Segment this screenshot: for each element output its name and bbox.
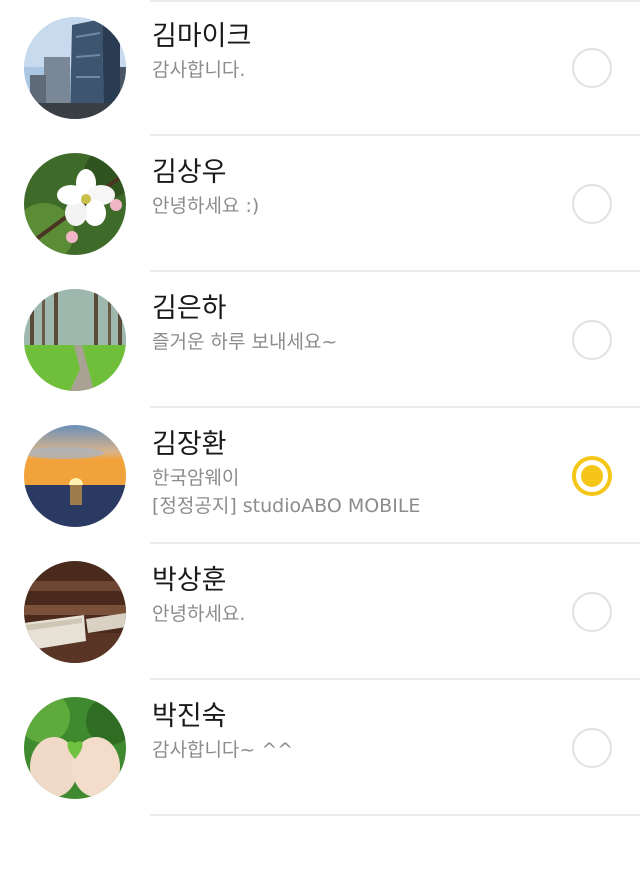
contact-status: 감사합니다. — [152, 56, 245, 84]
select-radio-checked[interactable] — [572, 456, 612, 496]
divider — [150, 814, 640, 816]
select-radio[interactable] — [572, 48, 612, 88]
status-line: 감사합니다~ ^^ — [152, 739, 294, 761]
contact-row[interactable]: 김상우 안녕하세요 :) — [0, 136, 640, 272]
status-line: 안녕하세요. — [152, 603, 246, 625]
contact-row[interactable]: 김은하 즐거운 하루 보내세요~ — [0, 272, 640, 408]
contact-status: 안녕하세요. — [152, 600, 245, 628]
contact-status: 한국암웨이 [정정공지] studioABO MOBILE — [152, 464, 420, 520]
avatar-forest-path — [24, 289, 126, 391]
contact-name: 김장환 — [152, 429, 227, 460]
contact-status: 안녕하세요 :) — [152, 192, 259, 220]
status-line-2: [정정공지] studioABO MOBILE — [152, 495, 421, 517]
contact-name: 김마이크 — [152, 21, 252, 52]
contact-status: 감사합니다~ ^^ — [152, 736, 293, 764]
contact-name: 박진숙 — [152, 701, 227, 732]
status-line: 안녕하세요 :) — [152, 195, 260, 217]
avatar-city-buildings — [24, 17, 126, 119]
avatar-apple-blossom — [24, 153, 126, 255]
contact-list: 김마이크 감사합니다. 김상우 안녕하세요:) 김은하 즐거운 하루 보내세요… — [0, 0, 640, 873]
contact-row[interactable]: 박진숙 감사합니다~ ^^ — [0, 680, 640, 816]
contact-name: 박상훈 — [152, 565, 227, 596]
status-line: 감사합니다. — [152, 59, 246, 81]
status-line: 한국암웨이 — [152, 467, 240, 489]
contact-row[interactable]: 박상훈 안녕하세요. — [0, 544, 640, 680]
contact-name: 김은하 — [152, 293, 227, 324]
contact-row[interactable]: 김마이크 감사합니다. — [0, 0, 640, 136]
avatar-books-desk — [24, 561, 126, 663]
contact-name: 김상우 — [152, 157, 227, 188]
select-radio[interactable] — [572, 592, 612, 632]
status-line: 즐거운 하루 보내세요~ — [152, 331, 338, 353]
avatar-sunset-sea — [24, 425, 126, 527]
avatar-hands-leaf — [24, 697, 126, 799]
select-radio[interactable] — [572, 184, 612, 224]
select-radio[interactable] — [572, 728, 612, 768]
contact-status: 즐거운 하루 보내세요~ — [152, 328, 337, 356]
contact-row[interactable]: 김장환 한국암웨이 [정정공지] studioABO MOBILE — [0, 408, 640, 544]
select-radio[interactable] — [572, 320, 612, 360]
